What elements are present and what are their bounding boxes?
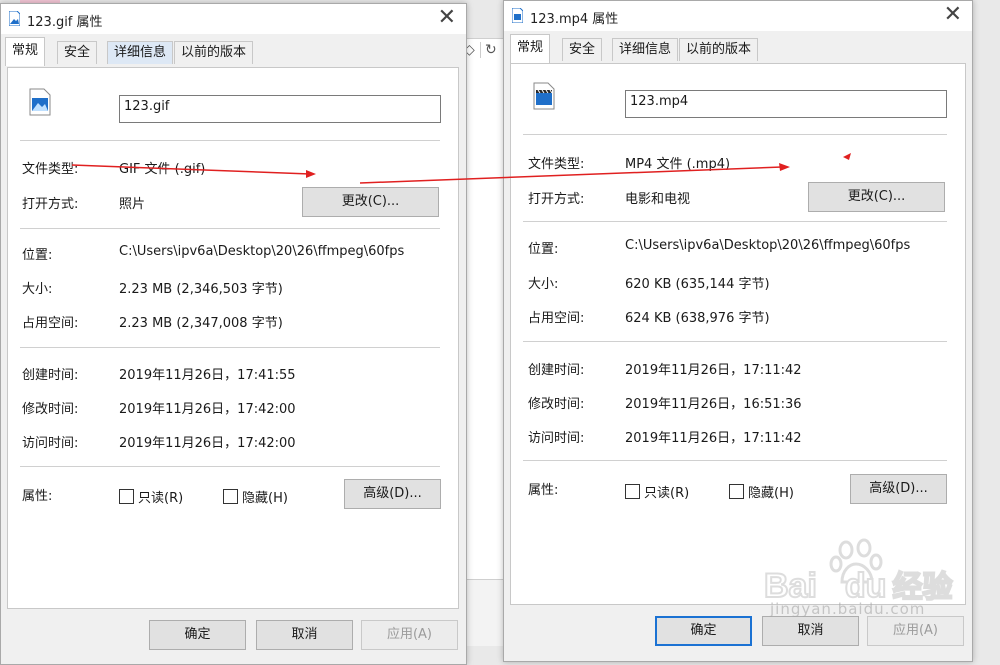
accessed-value: 2019年11月26日，17:11:42 xyxy=(625,431,802,446)
attributes-label: 属性: xyxy=(528,483,559,498)
change-button[interactable]: 更改(C)... xyxy=(808,182,945,212)
hidden-checkbox[interactable]: 隐藏(H) xyxy=(223,487,288,506)
location-label: 位置: xyxy=(22,248,53,263)
size-on-disk-label: 占用空间: xyxy=(528,311,585,326)
image-file-icon xyxy=(29,88,51,116)
file-type-value: GIF 文件 (.gif) xyxy=(119,162,206,177)
properties-dialog-gif: 123.gif 属性 ✕ 常规 安全 详细信息 以前的版本 123.gif 文件… xyxy=(0,3,467,665)
created-value: 2019年11月26日，17:11:42 xyxy=(625,363,802,378)
location-label: 位置: xyxy=(528,242,559,257)
tab-details[interactable]: 详细信息 xyxy=(107,41,174,64)
location-value: C:\Users\ipv6a\Desktop\20\26\ffmpeg\60fp… xyxy=(119,244,405,259)
accessed-label: 访问时间: xyxy=(22,436,79,451)
size-label: 大小: xyxy=(528,277,559,292)
tab-security[interactable]: 安全 xyxy=(57,41,98,64)
close-icon[interactable]: ✕ xyxy=(438,6,456,30)
tab-security[interactable]: 安全 xyxy=(562,38,603,61)
video-file-icon xyxy=(512,8,523,23)
attributes-label: 属性: xyxy=(22,489,53,504)
readonly-label: 只读(R) xyxy=(644,486,690,501)
location-value: C:\Users\ipv6a\Desktop\20\26\ffmpeg\60fp… xyxy=(625,238,911,253)
tab-details[interactable]: 详细信息 xyxy=(612,38,679,61)
divider xyxy=(523,460,947,461)
image-file-icon xyxy=(9,11,20,26)
checkbox-box xyxy=(625,484,640,499)
tab-general[interactable]: 常规 xyxy=(5,37,46,66)
ok-button[interactable]: 确定 xyxy=(655,616,752,646)
created-label: 创建时间: xyxy=(22,368,79,383)
background-toolbar: ◇ ↻ xyxy=(464,42,497,58)
open-with-value: 照片 xyxy=(119,197,146,212)
size-label: 大小: xyxy=(22,282,53,297)
size-value: 2.23 MB (2,346,503 字节) xyxy=(119,282,283,297)
created-value: 2019年11月26日，17:41:55 xyxy=(119,368,296,383)
modified-value: 2019年11月26日，17:42:00 xyxy=(119,402,296,417)
window-title: 123.mp4 属性 xyxy=(530,12,619,27)
checkbox-box xyxy=(119,489,134,504)
accessed-label: 访问时间: xyxy=(528,431,585,446)
title-bar[interactable]: 123.mp4 属性 ✕ xyxy=(504,1,972,31)
size-value: 620 KB (635,144 字节) xyxy=(625,277,770,292)
open-with-label: 打开方式: xyxy=(22,197,79,212)
size-on-disk-value: 2.23 MB (2,347,008 字节) xyxy=(119,316,283,331)
watermark-url: jingyan.baidu.com xyxy=(770,600,926,618)
open-with-label: 打开方式: xyxy=(528,192,585,207)
hidden-label: 隐藏(H) xyxy=(748,486,794,501)
created-label: 创建时间: xyxy=(528,363,585,378)
baidu-watermark: Bai du 经验 jingyan.baidu.com xyxy=(760,538,960,628)
close-icon[interactable]: ✕ xyxy=(944,3,962,27)
file-type-value: MP4 文件 (.mp4) xyxy=(625,157,731,172)
hidden-checkbox[interactable]: 隐藏(H) xyxy=(729,482,794,501)
window-title: 123.gif 属性 xyxy=(27,15,103,30)
divider xyxy=(20,140,440,141)
divider xyxy=(20,466,440,467)
advanced-button[interactable]: 高级(D)... xyxy=(344,479,441,509)
video-file-icon xyxy=(533,82,555,110)
divider xyxy=(523,134,947,135)
advanced-button[interactable]: 高级(D)... xyxy=(850,474,947,504)
tab-general[interactable]: 常规 xyxy=(510,34,551,63)
modified-label: 修改时间: xyxy=(22,402,79,417)
divider xyxy=(523,341,947,342)
tab-previous-versions[interactable]: 以前的版本 xyxy=(174,41,254,64)
readonly-checkbox[interactable]: 只读(R) xyxy=(119,487,183,506)
file-type-label: 文件类型: xyxy=(22,162,79,177)
readonly-label: 只读(R) xyxy=(138,491,184,506)
tab-previous-versions[interactable]: 以前的版本 xyxy=(679,38,759,61)
modified-label: 修改时间: xyxy=(528,397,585,412)
refresh-icon[interactable]: ↻ xyxy=(480,42,497,58)
divider xyxy=(523,221,947,222)
hidden-label: 隐藏(H) xyxy=(242,491,288,506)
filename-field[interactable]: 123.gif xyxy=(119,95,441,123)
modified-value: 2019年11月26日，16:51:36 xyxy=(625,397,802,412)
size-on-disk-value: 624 KB (638,976 字节) xyxy=(625,311,770,326)
readonly-checkbox[interactable]: 只读(R) xyxy=(625,482,689,501)
change-button[interactable]: 更改(C)... xyxy=(302,187,439,217)
accessed-value: 2019年11月26日，17:42:00 xyxy=(119,436,296,451)
general-panel: 123.gif 文件类型: GIF 文件 (.gif) 打开方式: 照片 更改(… xyxy=(7,67,459,609)
general-panel: 123.mp4 文件类型: MP4 文件 (.mp4) 打开方式: 电影和电视 … xyxy=(510,63,966,605)
open-with-value: 电影和电视 xyxy=(625,192,691,207)
divider xyxy=(20,347,440,348)
file-type-label: 文件类型: xyxy=(528,157,585,172)
checkbox-box xyxy=(223,489,238,504)
divider xyxy=(20,228,440,229)
filename-field[interactable]: 123.mp4 xyxy=(625,90,947,118)
checkbox-box xyxy=(729,484,744,499)
size-on-disk-label: 占用空间: xyxy=(22,316,79,331)
title-bar[interactable]: 123.gif 属性 ✕ xyxy=(1,4,466,34)
